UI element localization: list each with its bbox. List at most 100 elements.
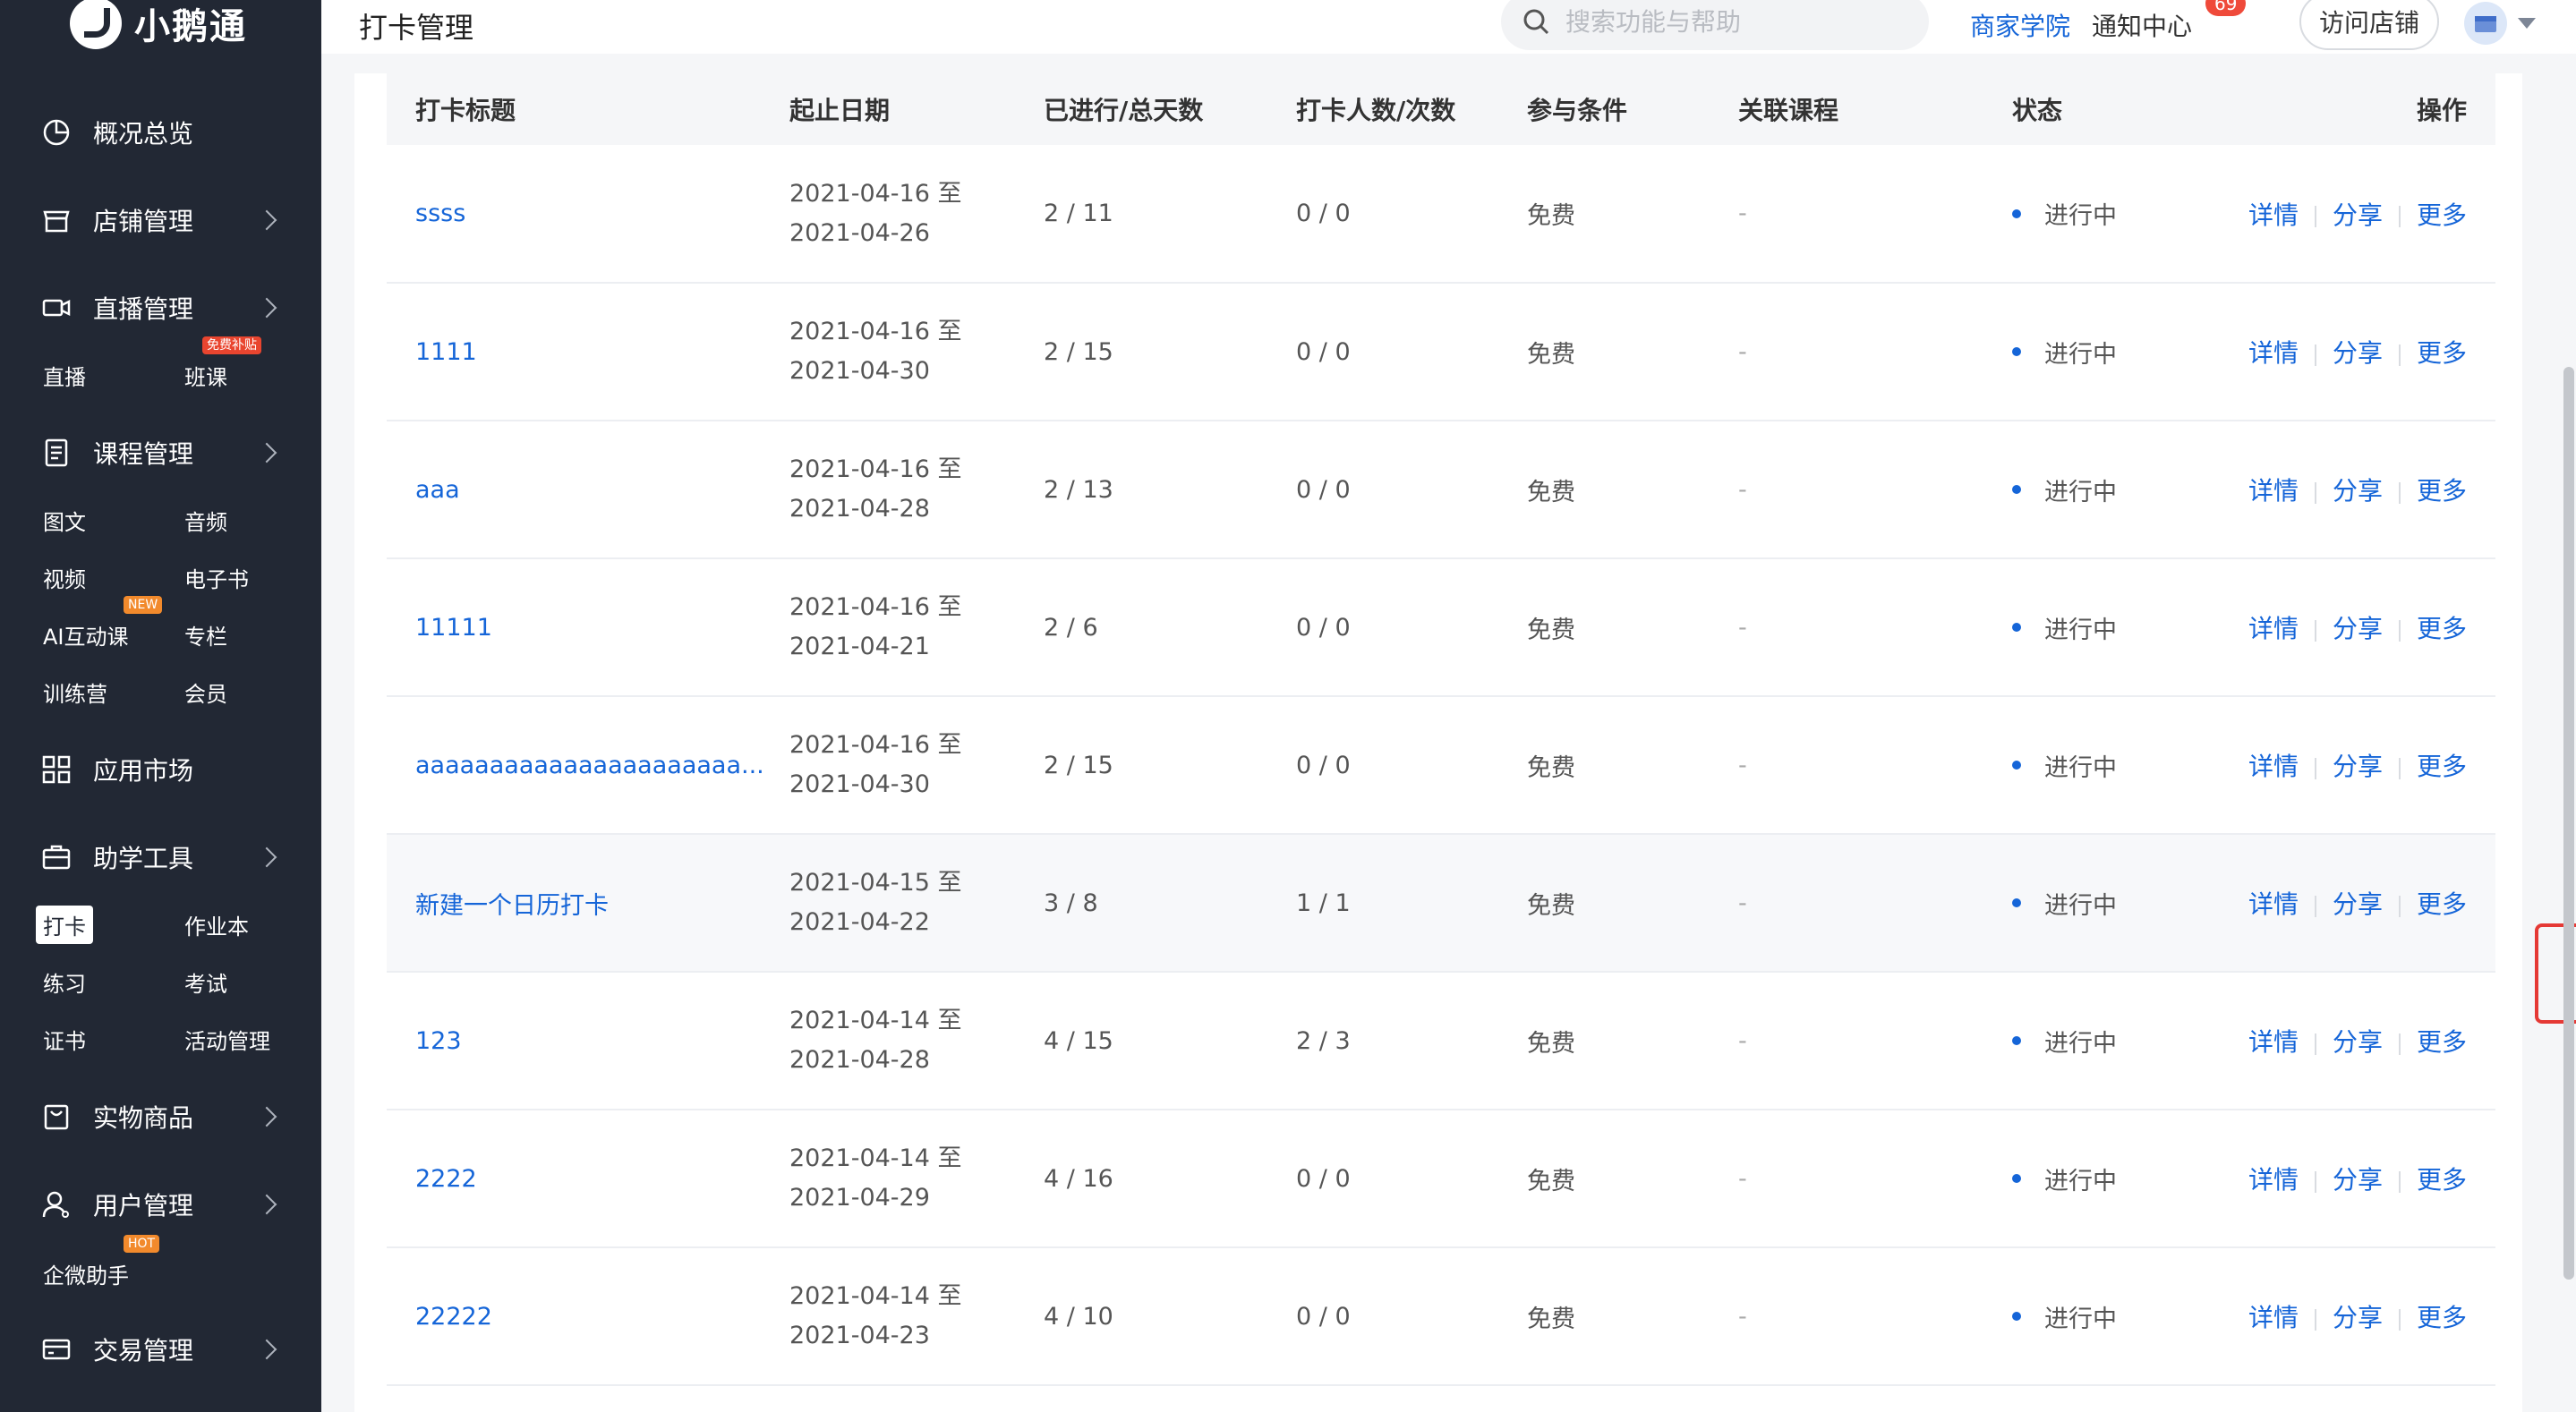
sidebar-item-ai-course[interactable]: AI互动课 [36, 616, 136, 654]
nav-store[interactable]: 店铺管理 [0, 193, 321, 247]
checkin-title-link[interactable]: 123 [387, 972, 789, 1110]
checkin-title-link[interactable]: 新建一个日历打卡 [387, 834, 789, 972]
date-range: 2021-04-15 至 2021-04-22 [789, 834, 1044, 972]
detail-button[interactable]: 详情 [2248, 476, 2299, 506]
visit-store-button[interactable]: 访问店铺 [2299, 0, 2439, 50]
brand-logo[interactable]: 小鹅通 [70, 0, 247, 54]
action-cell: 详情 分享 更多 [2234, 696, 2495, 834]
participant-count: 0 / 0 [1296, 337, 1351, 366]
checkin-title-link[interactable]: 1111 [387, 283, 789, 421]
date-range: 2021-04-14 至 2021-04-28 [789, 972, 1044, 1110]
checkin-title-link[interactable]: aaa [387, 421, 789, 558]
status-dot-icon [2012, 485, 2021, 494]
sidebar-item-certificate[interactable]: 证书 [36, 1020, 93, 1059]
sidebar-item-ebook[interactable]: 电子书 [177, 558, 256, 597]
nav-course[interactable]: 课程管理 [0, 426, 321, 480]
sidebar-item-practice[interactable]: 练习 [36, 963, 93, 1001]
sidebar-item-class[interactable]: 班课 [177, 356, 235, 395]
nav-tools[interactable]: 助学工具 [0, 830, 321, 884]
nav-overview[interactable]: 概况总览 [0, 106, 321, 159]
sidebar-item-audio[interactable]: 音频 [177, 501, 235, 540]
more-button[interactable]: 更多 [2417, 1027, 2467, 1057]
more-button[interactable]: 更多 [2417, 200, 2467, 230]
notification-center-link[interactable]: 通知中心 [2092, 7, 2192, 43]
more-button[interactable]: 更多 [2417, 752, 2467, 781]
progress-days: 4 / 10 [1044, 1302, 1113, 1331]
nav-app-market-label: 应用市场 [93, 756, 194, 786]
sidebar-item-column[interactable]: 专栏 [177, 616, 235, 654]
detail-button[interactable]: 详情 [2248, 614, 2299, 643]
sidebar-item-member[interactable]: 会员 [177, 673, 235, 711]
search-input[interactable] [1564, 5, 1907, 38]
participant-count: 0 / 0 [1296, 1164, 1351, 1193]
share-button[interactable]: 分享 [2333, 1027, 2383, 1057]
sidebar-item-video[interactable]: 视频 [36, 558, 93, 597]
date-range: 2021-04-16 至 2021-04-30 [789, 696, 1044, 834]
end-date: 2021-04-26 [789, 218, 930, 247]
action-cell: 详情 分享 更多 [2234, 834, 2495, 972]
nav-app-market[interactable]: 应用市场 [0, 743, 321, 796]
end-date: 2021-04-28 [789, 495, 930, 523]
action-cell: 详情 分享 更多 [2234, 421, 2495, 558]
more-button[interactable]: 更多 [2417, 1303, 2467, 1332]
more-button[interactable]: 更多 [2417, 338, 2467, 368]
share-button[interactable]: 分享 [2333, 752, 2383, 781]
sidebar-item-article[interactable]: 图文 [36, 501, 93, 540]
avatar[interactable] [2464, 2, 2507, 45]
chevron-down-icon[interactable] [2518, 18, 2536, 29]
nav-live[interactable]: 直播管理 [0, 281, 321, 335]
divider [2314, 344, 2316, 366]
merchant-academy-link[interactable]: 商家学院 [1970, 7, 2070, 43]
checkin-title-link[interactable]: aaaaaaaaaaaaaaaaaaaaaa... [387, 696, 789, 834]
divider [2398, 1170, 2401, 1193]
detail-button[interactable]: 详情 [2248, 1303, 2299, 1332]
detail-button[interactable]: 详情 [2248, 752, 2299, 781]
sidebar-item-checkin[interactable]: 打卡 [36, 906, 93, 944]
nav-trade[interactable]: 交易管理 [0, 1323, 321, 1376]
card-icon [41, 1334, 72, 1365]
detail-button[interactable]: 详情 [2248, 889, 2299, 919]
more-button[interactable]: 更多 [2417, 1165, 2467, 1195]
share-button[interactable]: 分享 [2333, 1165, 2383, 1195]
status-cell: 进行中 [2012, 696, 2234, 834]
share-button[interactable]: 分享 [2333, 614, 2383, 643]
user-icon [41, 1189, 72, 1220]
detail-button[interactable]: 详情 [2248, 338, 2299, 368]
checkin-title-link[interactable]: 22222 [387, 1247, 789, 1385]
sidebar-item-exam[interactable]: 考试 [177, 963, 235, 1001]
share-button[interactable]: 分享 [2333, 889, 2383, 919]
checkin-title-link[interactable]: 2222 [387, 1110, 789, 1247]
sidebar-item-wecom-assistant[interactable]: 企微助手 [36, 1255, 136, 1293]
sidebar-item-camp[interactable]: 训练营 [36, 673, 115, 711]
share-button[interactable]: 分享 [2333, 476, 2383, 506]
detail-button[interactable]: 详情 [2248, 1027, 2299, 1057]
detail-button[interactable]: 详情 [2248, 1165, 2299, 1195]
sidebar-item-live[interactable]: 直播 [36, 356, 93, 395]
progress-days: 3 / 8 [1044, 889, 1098, 917]
top-bar: 打卡管理 商家学院 通知中心 69 访问店铺 [321, 0, 2576, 54]
nav-users[interactable]: 用户管理 [0, 1178, 321, 1231]
share-button[interactable]: 分享 [2333, 338, 2383, 368]
checkin-title-link[interactable]: 11111 [387, 558, 789, 696]
end-date: 2021-04-29 [789, 1184, 930, 1212]
more-button[interactable]: 更多 [2417, 614, 2467, 643]
search-box[interactable] [1501, 0, 1929, 50]
status-dot-icon [2012, 898, 2021, 907]
more-button[interactable]: 更多 [2417, 476, 2467, 506]
divider [2398, 1308, 2401, 1331]
checkin-title-link[interactable]: ssss [387, 145, 789, 283]
divider [2314, 619, 2316, 642]
sidebar-item-homework[interactable]: 作业本 [177, 906, 256, 944]
linked-course: - [1738, 337, 1747, 366]
more-button[interactable]: 更多 [2417, 889, 2467, 919]
status-dot-icon [2012, 1312, 2021, 1321]
share-button[interactable]: 分享 [2333, 1303, 2383, 1332]
detail-button[interactable]: 详情 [2248, 200, 2299, 230]
status-text: 进行中 [2044, 202, 2117, 230]
start-date: 2021-04-14 至 [789, 1144, 962, 1172]
nav-goods[interactable]: 实物商品 [0, 1090, 321, 1144]
sidebar-item-activity[interactable]: 活动管理 [177, 1020, 277, 1059]
scrollbar-thumb[interactable] [2563, 367, 2574, 1280]
share-button[interactable]: 分享 [2333, 200, 2383, 230]
participant-count: 2 / 3 [1296, 1026, 1351, 1055]
